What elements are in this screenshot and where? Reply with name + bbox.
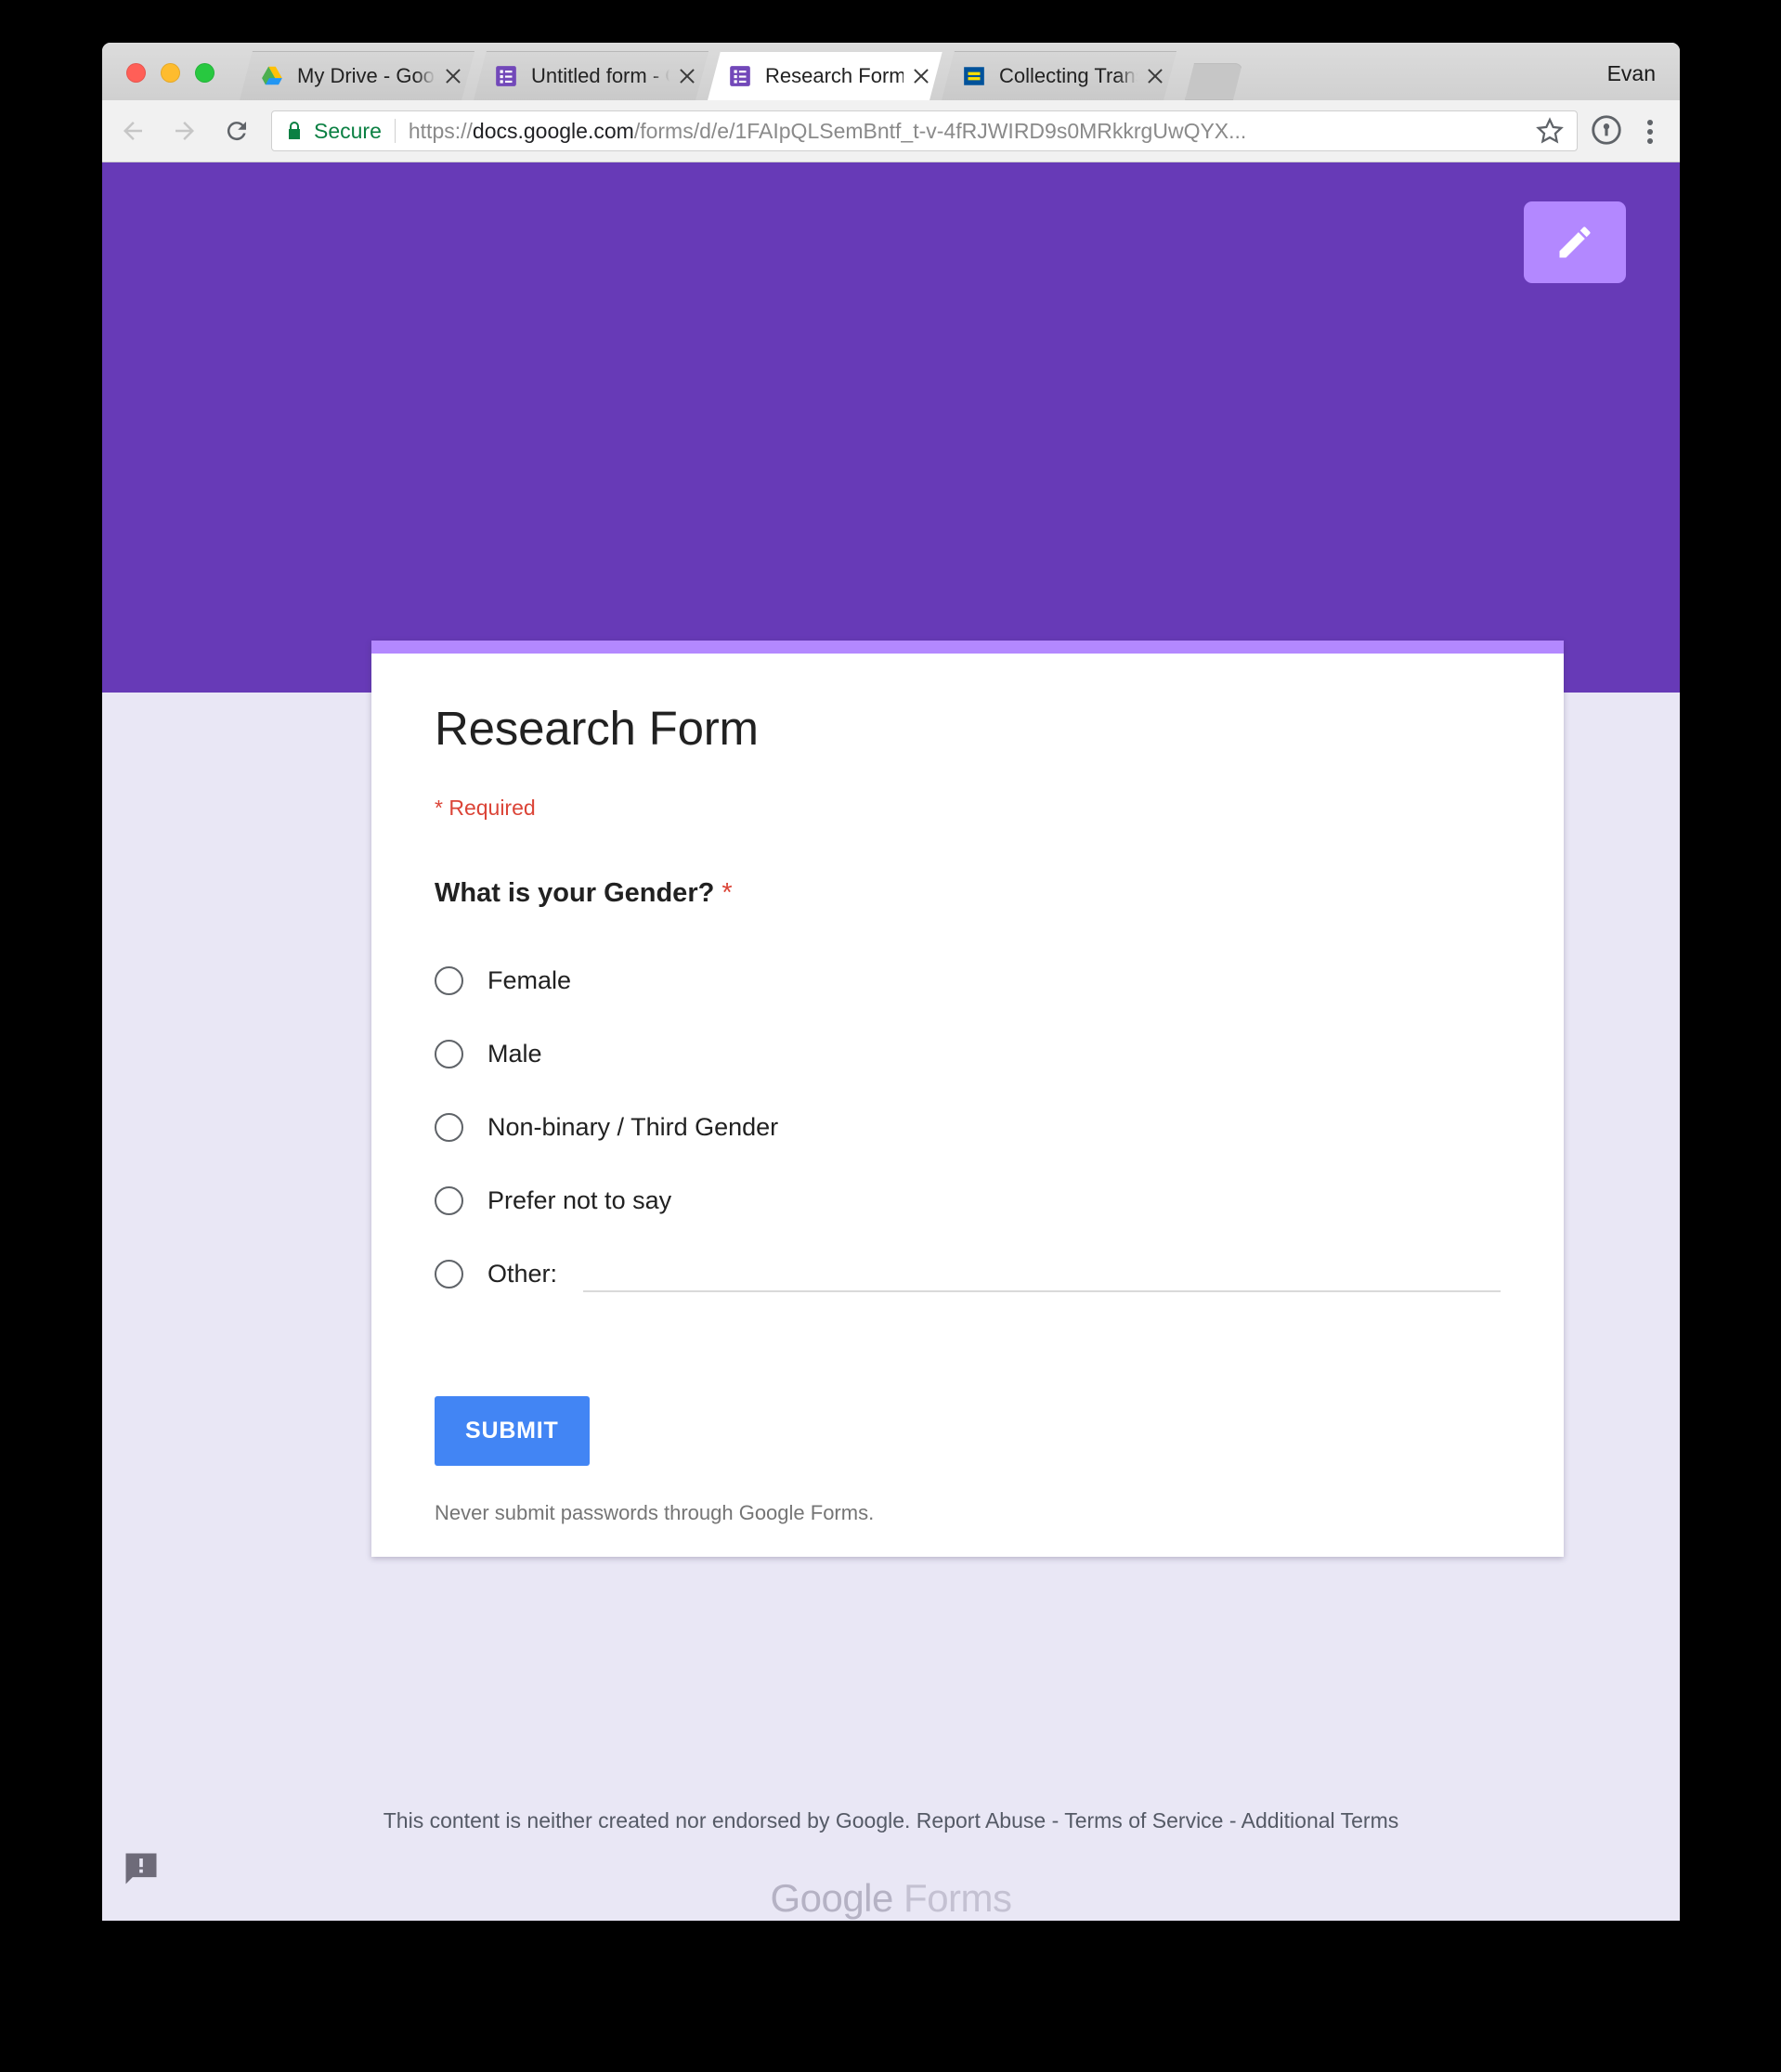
form-body: Research Form * Required What is your Ge… [371,654,1564,1525]
radio-option-label: Prefer not to say [488,1185,672,1214]
new-tab-button[interactable] [1185,63,1242,100]
tab-list: My Drive - Google D Untitled form - Goog [240,51,1242,100]
brand-product: Forms [904,1876,1012,1921]
radio-button[interactable] [435,1112,463,1142]
hrc-equality-icon [962,64,986,88]
submit-row: SUBMIT [435,1395,1501,1466]
google-forms-icon [728,64,752,88]
form-header-band [102,162,1680,693]
browser-tab-collecting-transgender[interactable]: Collecting Transgend [942,51,1176,100]
password-manager-button[interactable] [1589,112,1626,149]
reload-icon [227,122,246,141]
radio-option-female[interactable]: Female [435,944,1501,1017]
minimize-window-button[interactable] [161,63,180,83]
page-footer: This content is neither created nor endo… [102,1806,1680,1921]
close-tab-button[interactable] [675,64,699,88]
browser-tab-untitled-form[interactable]: Untitled form - Goog [474,51,708,100]
radio-button[interactable] [435,1185,463,1215]
security-label: Secure [314,118,382,143]
required-asterisk: * [722,877,733,908]
google-drive-icon [260,64,284,88]
reload-button[interactable] [215,110,258,152]
page-viewport: Research Form * Required What is your Ge… [102,162,1680,1921]
radio-button[interactable] [435,1259,463,1289]
form-accent-stripe [371,641,1564,654]
radio-option-other[interactable]: Other: [435,1237,1501,1311]
browser-tab-research-form[interactable]: Research Form [708,51,942,100]
radio-button[interactable] [435,1039,463,1068]
question-title: What is your Gender? * [435,878,1501,909]
edit-pencil-icon [1559,227,1591,258]
google-forms-wordmark: Google Forms [102,1876,1680,1921]
back-button[interactable] [111,110,154,152]
radio-option-label: Non-binary / Third Gender [488,1112,779,1141]
bookmark-star-icon[interactable] [1534,115,1566,147]
tab-title: My Drive - Google D [297,64,435,87]
url-path: /forms/d/e/1FAIpQLSemBntf_t-v-4fRJWIRD9s… [633,119,1247,143]
forward-button[interactable] [163,110,206,152]
submit-button[interactable]: SUBMIT [435,1395,590,1466]
radio-group-gender: Female Male Non-binary / Third Gender Pr… [435,944,1501,1311]
tab-title: Collecting Transgend [999,64,1136,87]
radio-option-label: Male [488,1039,542,1068]
1password-icon [1592,115,1621,145]
radio-option-label: Other: [488,1259,558,1288]
form-card: Research Form * Required What is your Ge… [371,641,1564,1557]
menu-dot [1647,138,1653,144]
password-warning: Never submit passwords through Google Fo… [435,1500,875,1524]
google-forms-icon [494,64,518,88]
chrome-menu-button[interactable] [1632,110,1669,152]
radio-button[interactable] [435,965,463,995]
form-title: Research Form [435,702,759,755]
address-bar[interactable]: Secure https://docs.google.com/forms/d/e… [271,110,1578,151]
radio-option-prefer-not-to-say[interactable]: Prefer not to say [435,1164,1501,1237]
other-text-input[interactable] [583,1255,1501,1293]
menu-dot [1647,120,1653,125]
brand-google: Google [770,1876,893,1921]
close-tab-button[interactable] [909,64,933,88]
footer-disclaimer[interactable]: This content is neither created nor endo… [102,1806,1680,1835]
maximize-window-button[interactable] [195,63,214,83]
omnibox-divider [394,119,396,143]
url-text: https://docs.google.com/forms/d/e/1FAIpQ… [409,118,1527,144]
back-arrow-icon [124,122,142,140]
tab-title: Untitled form - Goog [531,64,660,87]
question-text: What is your Gender? [435,877,715,908]
report-feedback-button[interactable] [121,1848,162,1889]
edit-form-button[interactable] [1524,201,1626,283]
url-host: docs.google.com [472,119,634,143]
lock-icon [289,122,300,139]
radio-option-male[interactable]: Male [435,1017,1501,1091]
browser-toolbar: Secure https://docs.google.com/forms/d/e… [102,100,1680,162]
radio-option-label: Female [488,965,572,994]
close-window-button[interactable] [126,63,146,83]
profile-name[interactable]: Evan [1607,61,1656,86]
forward-arrow-icon [176,122,194,140]
browser-tab-my-drive[interactable]: My Drive - Google D [240,51,474,100]
radio-option-non-binary[interactable]: Non-binary / Third Gender [435,1091,1501,1164]
report-feedback-icon [125,1853,157,1884]
required-note: * Required [435,795,536,820]
tab-strip: My Drive - Google D Untitled form - Goog [102,43,1680,100]
window-controls [126,63,214,83]
url-scheme: https:// [408,119,473,143]
browser-window: My Drive - Google D Untitled form - Goog [102,43,1680,1921]
close-tab-button[interactable] [441,64,465,88]
tab-title: Research Form [765,64,904,87]
close-tab-button[interactable] [1143,64,1167,88]
menu-dot [1647,129,1653,135]
